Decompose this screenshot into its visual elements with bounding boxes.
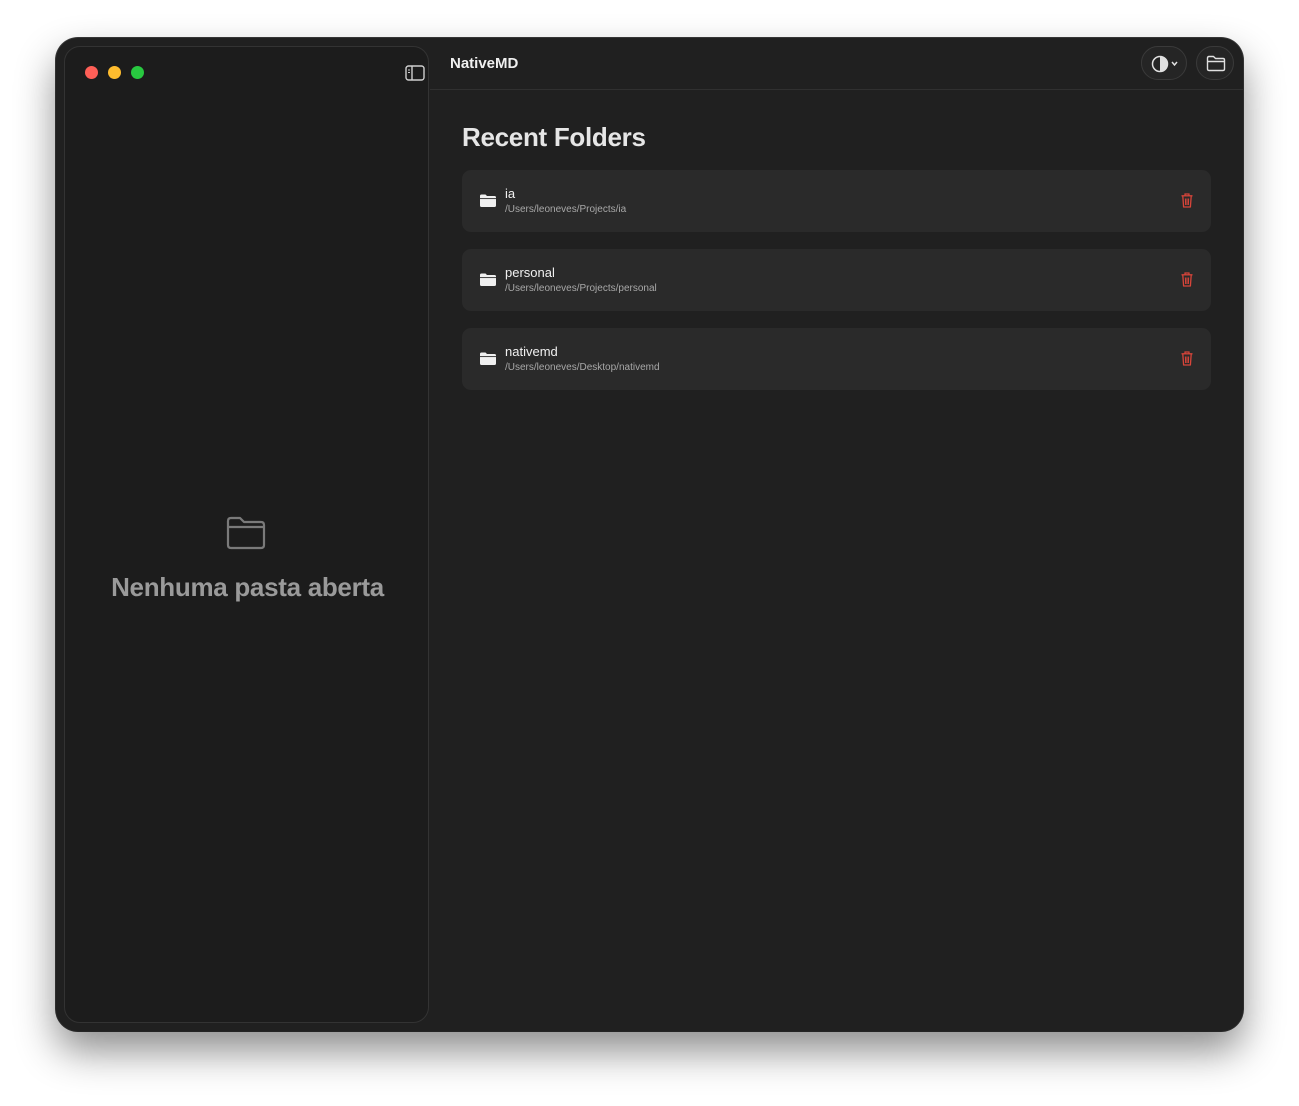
- folder-name: nativemd: [505, 344, 558, 359]
- folder-path: /Users/leoneves/Projects/personal: [505, 283, 657, 294]
- folder-icon: [480, 352, 496, 365]
- sidebar-toggle-icon[interactable]: [405, 65, 425, 81]
- close-window-button[interactable]: [85, 66, 98, 79]
- app-title: NativeMD: [450, 55, 519, 72]
- trash-icon[interactable]: [1181, 272, 1193, 287]
- sidebar: Nenhuma pasta aberta: [64, 46, 429, 1023]
- folder-path: /Users/leoneves/Desktop/nativemd: [505, 362, 660, 373]
- title-bar: NativeMD: [430, 38, 1243, 90]
- empty-state-message: Nenhuma pasta aberta: [111, 572, 384, 602]
- folder-name: ia: [505, 186, 516, 201]
- trash-icon[interactable]: [1181, 193, 1193, 208]
- recent-folders-heading: Recent Folders: [462, 122, 646, 152]
- recent-folder-row-personal[interactable]: personal /Users/leoneves/Projects/person…: [462, 249, 1211, 311]
- theme-toggle-button[interactable]: [1141, 46, 1187, 80]
- folder-path: /Users/leoneves/Projects/ia: [505, 204, 627, 215]
- open-folder-button[interactable]: [1196, 46, 1234, 80]
- trash-icon[interactable]: [1181, 351, 1193, 366]
- folder-name: personal: [505, 265, 555, 280]
- contrast-icon: [1151, 55, 1178, 73]
- folder-icon: [1206, 55, 1226, 72]
- minimize-window-button[interactable]: [108, 66, 121, 79]
- folder-icon: [480, 273, 496, 286]
- recent-folder-row-nativemd[interactable]: nativemd /Users/leoneves/Desktop/nativem…: [462, 328, 1211, 390]
- folder-icon: [480, 194, 496, 207]
- app-window: Nenhuma pasta aberta NativeMD Recent Fol…: [56, 38, 1243, 1031]
- empty-folder-icon: [226, 516, 266, 550]
- recent-folder-row-ia[interactable]: ia /Users/leoneves/Projects/ia: [462, 170, 1211, 232]
- zoom-window-button[interactable]: [131, 66, 144, 79]
